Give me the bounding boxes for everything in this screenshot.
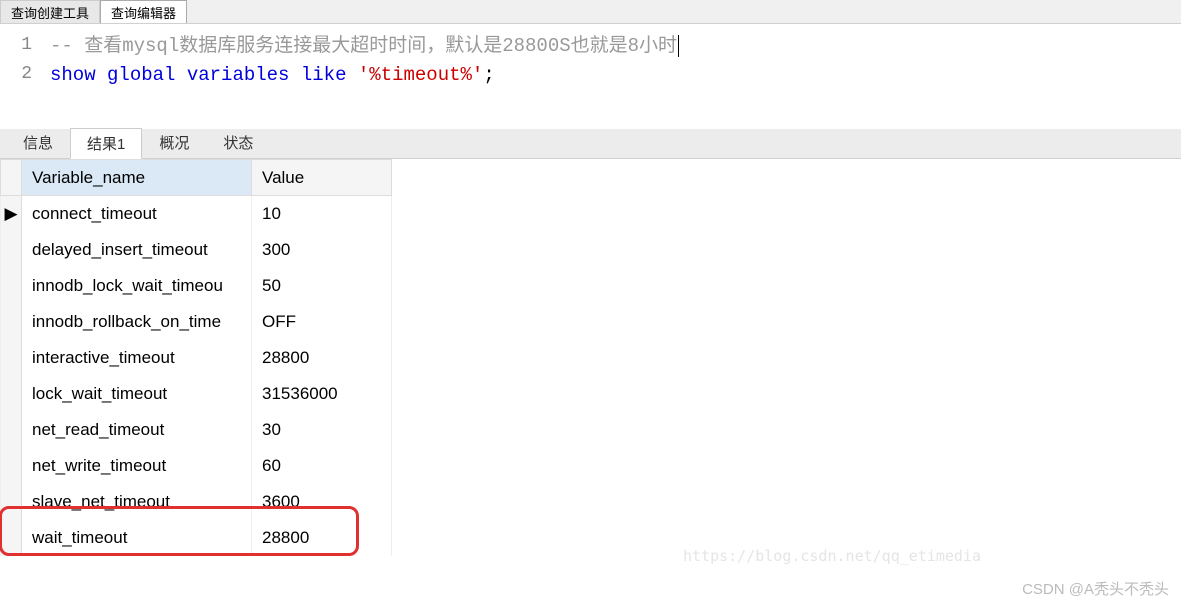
cell-value: 30 — [252, 412, 392, 448]
row-marker — [1, 304, 22, 340]
table-row[interactable]: lock_wait_timeout31536000 — [1, 376, 392, 412]
sql-line-1: -- 查看mysql数据库服务连接最大超时时间，默认是28800S也就是8小时 — [50, 32, 1181, 61]
table-row[interactable]: ▶connect_timeout10 — [1, 196, 392, 232]
cell-value: 3600 — [252, 484, 392, 520]
column-header-value[interactable]: Value — [252, 160, 392, 196]
cell-value: 60 — [252, 448, 392, 484]
cell-value: 31536000 — [252, 376, 392, 412]
cell-variable-name: delayed_insert_timeout — [22, 232, 252, 268]
table-row[interactable]: delayed_insert_timeout300 — [1, 232, 392, 268]
row-marker — [1, 376, 22, 412]
row-marker — [1, 412, 22, 448]
tab-query-editor[interactable]: 查询编辑器 — [100, 0, 187, 23]
table-row[interactable]: interactive_timeout28800 — [1, 340, 392, 376]
cell-variable-name: interactive_timeout — [22, 340, 252, 376]
row-marker — [1, 232, 22, 268]
cell-value: 28800 — [252, 340, 392, 376]
tab-query-builder[interactable]: 查询创建工具 — [0, 0, 100, 23]
cell-variable-name: net_read_timeout — [22, 412, 252, 448]
cell-value: 28800 — [252, 520, 392, 556]
table-row[interactable]: innodb_rollback_on_timeOFF — [1, 304, 392, 340]
table-row[interactable]: slave_net_timeout3600 — [1, 484, 392, 520]
cell-variable-name: connect_timeout — [22, 196, 252, 232]
row-marker — [1, 484, 22, 520]
tab-profile[interactable]: 概况 — [142, 127, 206, 158]
cell-value: 300 — [252, 232, 392, 268]
result-tab-bar: 信息 结果1 概况 状态 — [0, 129, 1181, 159]
row-selector-header — [1, 160, 22, 196]
cell-variable-name: slave_net_timeout — [22, 484, 252, 520]
sql-editor[interactable]: 1 -- 查看mysql数据库服务连接最大超时时间，默认是28800S也就是8小… — [0, 24, 1181, 129]
cell-variable-name: net_write_timeout — [22, 448, 252, 484]
tab-result1[interactable]: 结果1 — [70, 128, 142, 159]
table-row[interactable]: innodb_lock_wait_timeou50 — [1, 268, 392, 304]
cell-variable-name: innodb_lock_wait_timeou — [22, 268, 252, 304]
cell-value: OFF — [252, 304, 392, 340]
table-row[interactable]: net_read_timeout30 — [1, 412, 392, 448]
line-number: 2 — [0, 61, 50, 90]
watermark: CSDN @A秃头不秃头 — [1022, 578, 1169, 599]
column-header-name[interactable]: Variable_name — [22, 160, 252, 196]
table-row[interactable]: net_write_timeout60 — [1, 448, 392, 484]
row-marker — [1, 448, 22, 484]
tab-info[interactable]: 信息 — [6, 127, 70, 158]
cell-variable-name: lock_wait_timeout — [22, 376, 252, 412]
cell-value: 10 — [252, 196, 392, 232]
table-row[interactable]: wait_timeout28800 — [1, 520, 392, 556]
top-tab-bar: 查询创建工具 查询编辑器 — [0, 0, 1181, 24]
tab-status[interactable]: 状态 — [206, 127, 270, 158]
results-grid[interactable]: Variable_name Value ▶connect_timeout10de… — [0, 159, 1181, 556]
cell-variable-name: innodb_rollback_on_time — [22, 304, 252, 340]
faded-url: https://blog.csdn.net/qq_etimedia — [683, 547, 981, 565]
cell-value: 50 — [252, 268, 392, 304]
sql-line-2: show global variables like '%timeout%'; — [50, 61, 1181, 90]
row-marker: ▶ — [1, 196, 22, 232]
row-marker — [1, 520, 22, 556]
cell-variable-name: wait_timeout — [22, 520, 252, 556]
line-number: 1 — [0, 32, 50, 61]
row-marker — [1, 340, 22, 376]
row-marker — [1, 268, 22, 304]
